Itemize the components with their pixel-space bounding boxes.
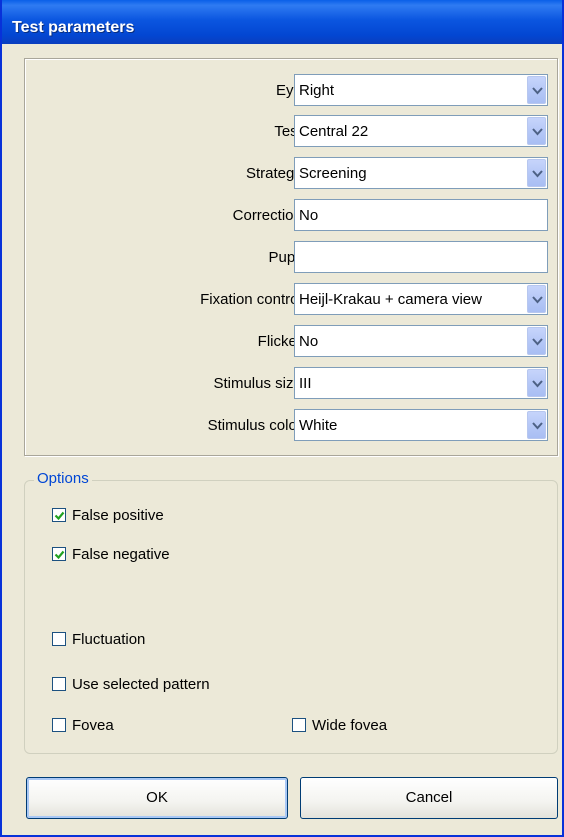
fixation-control-select[interactable]: Heijl-Krakau + camera view xyxy=(294,283,548,315)
row-test: Test: Central 22 xyxy=(25,115,559,149)
chevron-down-icon[interactable] xyxy=(527,76,546,104)
row-pupil: Pupil: xyxy=(25,241,559,275)
stimulus-color-label: Stimulus color: xyxy=(207,417,306,434)
eye-select[interactable]: Right xyxy=(294,74,548,106)
checkbox-box[interactable] xyxy=(52,547,66,561)
row-correction: Correction: No xyxy=(25,199,559,233)
chevron-down-icon[interactable] xyxy=(527,285,546,313)
row-stimulus-color: Stimulus color: White xyxy=(25,409,559,443)
window-title: Test parameters xyxy=(12,19,135,36)
chevron-down-icon[interactable] xyxy=(527,159,546,187)
chevron-down-icon[interactable] xyxy=(527,411,546,439)
fovea-label: Fovea xyxy=(72,717,114,734)
flicker-value: No xyxy=(299,333,319,350)
correction-value: No xyxy=(299,207,319,224)
pupil-input[interactable] xyxy=(294,241,548,273)
fluctuation-label: Fluctuation xyxy=(72,631,146,648)
row-eye: Eye: Right xyxy=(25,74,559,108)
flicker-select[interactable]: No xyxy=(294,325,548,357)
row-stimulus-size: Stimulus size: III xyxy=(25,367,559,401)
strategy-select[interactable]: Screening xyxy=(294,157,548,189)
checkbox-box[interactable] xyxy=(52,632,66,646)
strategy-value: Screening xyxy=(299,165,367,182)
row-strategy: Strategy: Screening xyxy=(25,157,559,191)
stimulus-size-select[interactable]: III xyxy=(294,367,548,399)
checkbox-box[interactable] xyxy=(292,718,306,732)
correction-input[interactable]: No xyxy=(294,199,548,231)
stimulus-size-label: Stimulus size: xyxy=(213,375,306,392)
checkbox-box[interactable] xyxy=(52,508,66,522)
checkbox-box[interactable] xyxy=(52,677,66,691)
stimulus-size-value: III xyxy=(299,375,312,392)
stimulus-color-value: White xyxy=(299,417,338,434)
fixation-control-value: Heijl-Krakau + camera view xyxy=(299,291,482,308)
use-selected-pattern-label: Use selected pattern xyxy=(72,676,210,693)
false-positive-label: False positive xyxy=(72,507,164,524)
test-parameters-dialog: Test parameters Eye: Right Test: Central… xyxy=(0,0,564,837)
row-flicker: Flicker: No xyxy=(25,325,559,359)
checkbox-box[interactable] xyxy=(52,718,66,732)
ok-button[interactable]: OK xyxy=(26,777,288,819)
false-negative-label: False negative xyxy=(72,546,170,563)
title-bar[interactable]: Test parameters xyxy=(2,0,562,44)
eye-value: Right xyxy=(299,82,335,99)
options-legend: Options xyxy=(34,470,92,487)
chevron-down-icon[interactable] xyxy=(527,117,546,145)
chevron-down-icon[interactable] xyxy=(527,327,546,355)
cancel-button[interactable]: Cancel xyxy=(300,777,558,819)
parameters-panel: Eye: Right Test: Central 22 Strategy: Sc… xyxy=(24,58,558,456)
fixation-control-label: Fixation control: xyxy=(200,291,306,308)
wide-fovea-label: Wide fovea xyxy=(312,717,388,734)
test-value: Central 22 xyxy=(299,123,369,140)
stimulus-color-select[interactable]: White xyxy=(294,409,548,441)
row-fixation-control: Fixation control: Heijl-Krakau + camera … xyxy=(25,283,559,317)
chevron-down-icon[interactable] xyxy=(527,369,546,397)
test-select[interactable]: Central 22 xyxy=(294,115,548,147)
